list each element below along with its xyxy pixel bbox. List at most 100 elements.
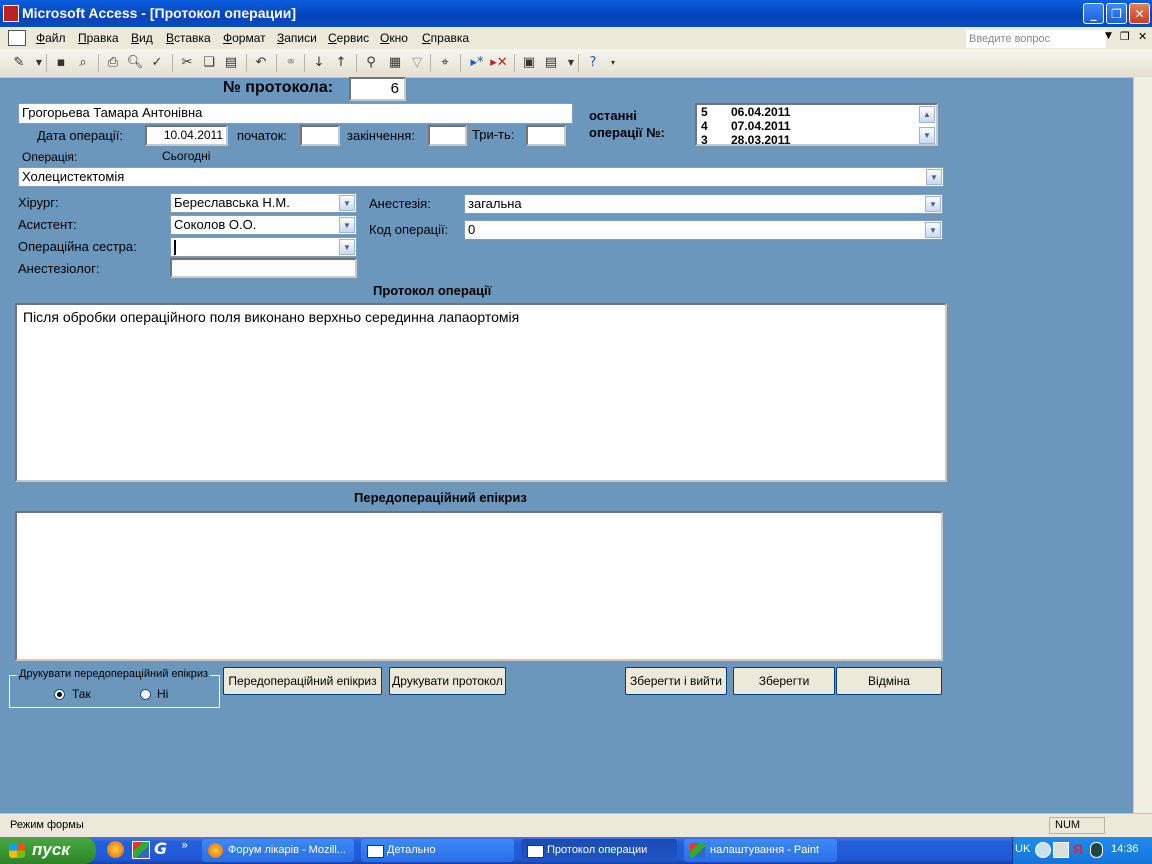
assistant-label: Асистент: xyxy=(18,217,77,232)
doc-restore-icon[interactable]: ❐ xyxy=(1120,30,1130,43)
status-bar: Режим формы NUM xyxy=(0,813,1152,838)
opcode-select[interactable]: 0 ▼ xyxy=(464,220,943,240)
chevron-down-icon[interactable]: ▼ xyxy=(926,169,942,185)
menu-insert[interactable]: Вставка xyxy=(166,31,211,45)
bluetooth-icon[interactable] xyxy=(1090,842,1103,858)
date-field[interactable]: 10.04.2011 xyxy=(145,125,228,146)
taskbar-item-protocol[interactable]: Протокол операции xyxy=(521,839,677,862)
hyperlink-icon[interactable]: ⚭ xyxy=(282,54,300,72)
copy-icon[interactable]: ❏ xyxy=(200,54,218,72)
new-record-icon[interactable]: ▸* xyxy=(468,54,486,72)
cut-icon[interactable]: ✂ xyxy=(178,54,196,72)
start-button[interactable]: пуск xyxy=(0,837,96,864)
print-yes-radio[interactable] xyxy=(54,689,65,700)
access-app-icon[interactable] xyxy=(3,5,19,22)
cancel-button[interactable]: Відміна xyxy=(836,667,942,695)
help-question-input[interactable]: Введите вопрос xyxy=(966,30,1106,48)
protocol-number-field[interactable]: 6 xyxy=(349,77,406,101)
menu-tools[interactable]: Сервис xyxy=(328,31,369,45)
anesthesia-select[interactable]: загальна ▼ xyxy=(464,194,943,214)
end-label: закінчення: xyxy=(347,128,415,143)
save-button[interactable]: Зберегти xyxy=(733,667,835,695)
date-label: Дата операції: xyxy=(37,128,123,143)
menu-format[interactable]: Формат xyxy=(223,31,266,45)
help-icon[interactable]: ? xyxy=(584,54,602,72)
chevron-down-icon[interactable]: ▼ xyxy=(339,239,355,255)
sort-ascending-icon[interactable]: ↓ xyxy=(310,54,328,72)
taskbar-item-paint[interactable]: налаштування - Paint xyxy=(684,839,837,862)
duration-field[interactable] xyxy=(526,125,566,146)
last-operations-list[interactable]: 5 06.04.2011 4 07.04.2011 3 28.03.2011 ▲ ▼ xyxy=(695,103,938,147)
clock[interactable]: 14:36 xyxy=(1111,843,1139,855)
taskbar-item-firefox[interactable]: Форум лікарів - Mozill... xyxy=(202,839,354,862)
chevron-down-icon[interactable]: ▼ xyxy=(339,217,355,233)
print-protocol-button[interactable]: Друкувати протокол xyxy=(389,667,506,695)
doc-close-icon[interactable]: ✕ xyxy=(1138,30,1147,43)
design-view-icon[interactable]: ✎ xyxy=(10,54,28,72)
restore-button[interactable]: ❐ xyxy=(1106,3,1127,24)
form-icon xyxy=(367,845,384,858)
minimize-button[interactable]: _ xyxy=(1083,3,1104,24)
menu-records[interactable]: Записи xyxy=(277,31,317,45)
language-indicator[interactable]: UK xyxy=(1015,843,1030,855)
print-no-radio[interactable] xyxy=(140,689,151,700)
menu-window[interactable]: Окно xyxy=(380,31,408,45)
find-icon[interactable]: ⌖ xyxy=(436,54,454,72)
form-icon[interactable] xyxy=(8,30,26,46)
print-icon[interactable]: ⎙ xyxy=(104,54,122,72)
protocol-textarea[interactable]: Після обробки операційного поля виконано… xyxy=(15,303,947,482)
epicrisis-textarea[interactable] xyxy=(15,511,943,661)
apply-filter-icon[interactable]: ▽ xyxy=(408,54,426,72)
form-scrollbar[interactable] xyxy=(1133,77,1152,813)
chevron-down-icon[interactable]: ▼ xyxy=(339,195,355,211)
nurse-select[interactable]: ▼ xyxy=(170,237,357,257)
toolbar-options-icon[interactable]: ▾ xyxy=(604,54,622,72)
scroll-up-icon[interactable]: ▲ xyxy=(919,106,935,123)
chevron-down-icon[interactable]: ▼ xyxy=(925,222,941,238)
menu-view[interactable]: Вид xyxy=(131,31,153,45)
paste-icon[interactable]: ▤ xyxy=(222,54,240,72)
protocol-number-label: № протокола: xyxy=(223,79,334,96)
save-icon[interactable]: ▪ xyxy=(52,54,70,72)
sort-descending-icon[interactable]: ↑ xyxy=(332,54,350,72)
surgeon-select[interactable]: Береславська Н.М. ▼ xyxy=(170,193,357,213)
spelling-icon[interactable]: ✓ xyxy=(148,54,166,72)
new-object-icon[interactable]: ▤ xyxy=(542,54,560,72)
database-window-icon[interactable]: ▣ xyxy=(520,54,538,72)
start-time-field[interactable] xyxy=(300,125,340,146)
file-search-icon[interactable]: ⌕ xyxy=(74,54,92,72)
operation-select[interactable]: Холецистектомія ▼ xyxy=(18,167,944,187)
monitor-icon[interactable] xyxy=(1053,842,1069,858)
menu-file[interactable]: Файл xyxy=(36,31,66,45)
network-icon[interactable] xyxy=(1035,842,1051,858)
print-preview-icon[interactable]: 🔍︎ xyxy=(126,54,144,72)
firefox-quicklaunch-icon[interactable] xyxy=(107,841,124,858)
filter-by-form-icon[interactable]: ▦ xyxy=(386,54,404,72)
delete-record-icon[interactable]: ▸✕ xyxy=(490,54,508,72)
patient-name-field[interactable]: Грогорьева Тамара Антонівна xyxy=(18,103,573,124)
filter-by-selection-icon[interactable]: ⚲ xyxy=(362,54,380,72)
windows-logo-icon xyxy=(9,843,25,858)
save-and-exit-button[interactable]: Зберегти і вийти xyxy=(625,667,727,695)
anesthesiologist-field[interactable] xyxy=(170,258,357,278)
assistant-select[interactable]: Соколов О.О. ▼ xyxy=(170,215,357,235)
menu-help[interactable]: Справка xyxy=(422,31,469,45)
taskbar-item-details[interactable]: Детально xyxy=(361,839,514,862)
undo-icon[interactable]: ↶ xyxy=(252,54,270,72)
yandex-icon[interactable]: Я xyxy=(1073,841,1083,857)
epicrisis-button[interactable]: Передопераційний епікриз xyxy=(223,667,382,695)
toolbar: ✎ ▼ ▪ ⌕ ⎙ 🔍︎ ✓ ✂ ❏ ▤ ↶ ⚭ ↓ ↑ ⚲ ▦ ▽ ⌖ ▸* … xyxy=(0,49,1152,78)
paint-quicklaunch-icon[interactable] xyxy=(132,841,150,859)
print-no-label: Ні xyxy=(157,687,169,701)
scroll-down-icon[interactable]: ▼ xyxy=(919,127,935,144)
close-button[interactable]: ✕ xyxy=(1129,3,1150,24)
duration-label: Три-ть: xyxy=(472,127,515,142)
menu-edit[interactable]: Правка xyxy=(78,31,119,45)
end-time-field[interactable] xyxy=(428,125,467,146)
help-dropdown-icon[interactable]: ▼ xyxy=(1105,31,1112,41)
last-operations-label-1: останні xyxy=(589,108,637,123)
chevron-down-icon[interactable]: ▼ xyxy=(925,196,941,212)
print-yes-label: Так xyxy=(72,687,91,701)
quicklaunch-app-icon[interactable]: G xyxy=(154,839,167,858)
quicklaunch-overflow-icon[interactable]: » xyxy=(181,838,188,852)
